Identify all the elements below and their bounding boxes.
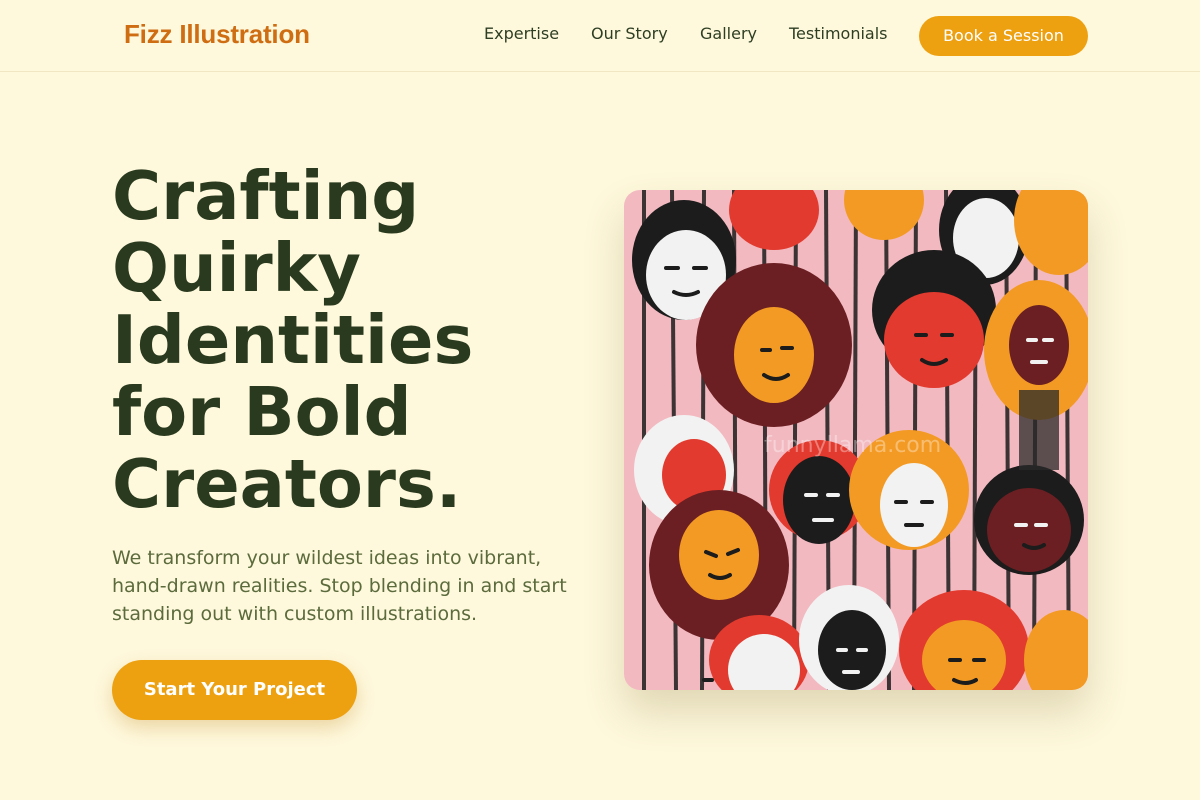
book-session-button[interactable]: Book a Session: [919, 16, 1088, 56]
nav-link-expertise[interactable]: Expertise: [484, 24, 559, 43]
headline-line: Identities: [112, 301, 474, 379]
hero-illustration: funnyllama.com: [624, 190, 1088, 690]
faces-mural-illustration: funnyllama.com: [624, 190, 1088, 690]
start-project-button[interactable]: Start Your Project: [112, 660, 357, 720]
nav-link-gallery[interactable]: Gallery: [700, 24, 757, 43]
hero-headline: Crafting Quirky Identities for Bold Crea…: [112, 160, 592, 520]
nav-link-our-story[interactable]: Our Story: [591, 24, 668, 43]
nav-link-testimonials[interactable]: Testimonials: [789, 24, 888, 43]
headline-line: for Bold: [112, 373, 412, 451]
top-navbar: Fizz Illustration Expertise Our Story Ga…: [0, 0, 1200, 72]
headline-line: Creators.: [112, 445, 462, 523]
brand-logo[interactable]: Fizz Illustration: [124, 19, 310, 50]
image-watermark: funnyllama.com: [764, 433, 941, 458]
headline-line: Quirky: [112, 229, 361, 307]
headline-line: Crafting: [112, 157, 420, 235]
hero-subtext: We transform your wildest ideas into vib…: [112, 547, 567, 625]
